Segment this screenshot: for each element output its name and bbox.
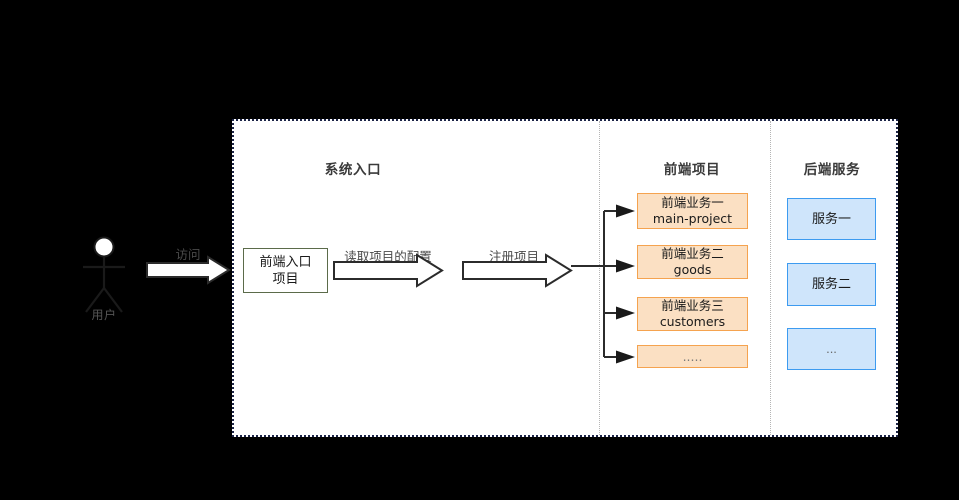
box-line-1: 前端入口	[259, 253, 312, 269]
box-label: 服务二	[811, 276, 851, 292]
box-label: ...	[826, 340, 837, 356]
box-frontend-project-goods[interactable]: 前端业务二 goods	[637, 245, 748, 279]
box-line-1: 前端业务一	[661, 196, 724, 210]
box-backend-service-1[interactable]: 服务一	[787, 198, 876, 240]
actor-label: 用户	[91, 308, 117, 322]
box-line-2: goods	[673, 262, 712, 277]
box-label: 服务一	[811, 210, 851, 226]
section-divider-1	[599, 121, 600, 435]
arrow-label-register-project: 注册项目	[488, 250, 539, 264]
section-divider-2	[770, 121, 771, 435]
box-frontend-project-customers[interactable]: 前端业务三 customers	[637, 297, 748, 331]
box-backend-service-more[interactable]: ...	[787, 328, 876, 370]
box-line-2: 项目	[272, 270, 299, 286]
box-line-2: main-project	[652, 211, 733, 226]
arrow-label-read-config: 读取项目的配置	[344, 250, 432, 264]
section-title-system-entry: 系统入口	[324, 162, 382, 177]
box-frontend-project-main[interactable]: 前端业务一 main-project	[637, 193, 748, 229]
box-line-1: 前端业务三	[661, 299, 724, 313]
box-frontend-project-more[interactable]: .....	[637, 345, 748, 368]
box-line-1: 前端业务二	[661, 247, 724, 261]
diagram-canvas: 用户 系统入口 前端项目 后端服务 访问 读取项目的配置 注册项目 前端入口 项…	[0, 0, 959, 500]
box-line-2: customers	[659, 314, 726, 329]
arrow-label-access: 访问	[175, 248, 201, 262]
box-line-2: .....	[682, 348, 703, 364]
section-title-frontend-projects: 前端项目	[663, 162, 721, 177]
box-backend-service-2[interactable]: 服务二	[787, 263, 876, 306]
box-frontend-entry-project[interactable]: 前端入口 项目	[243, 248, 328, 293]
section-title-backend-services: 后端服务	[803, 162, 861, 177]
